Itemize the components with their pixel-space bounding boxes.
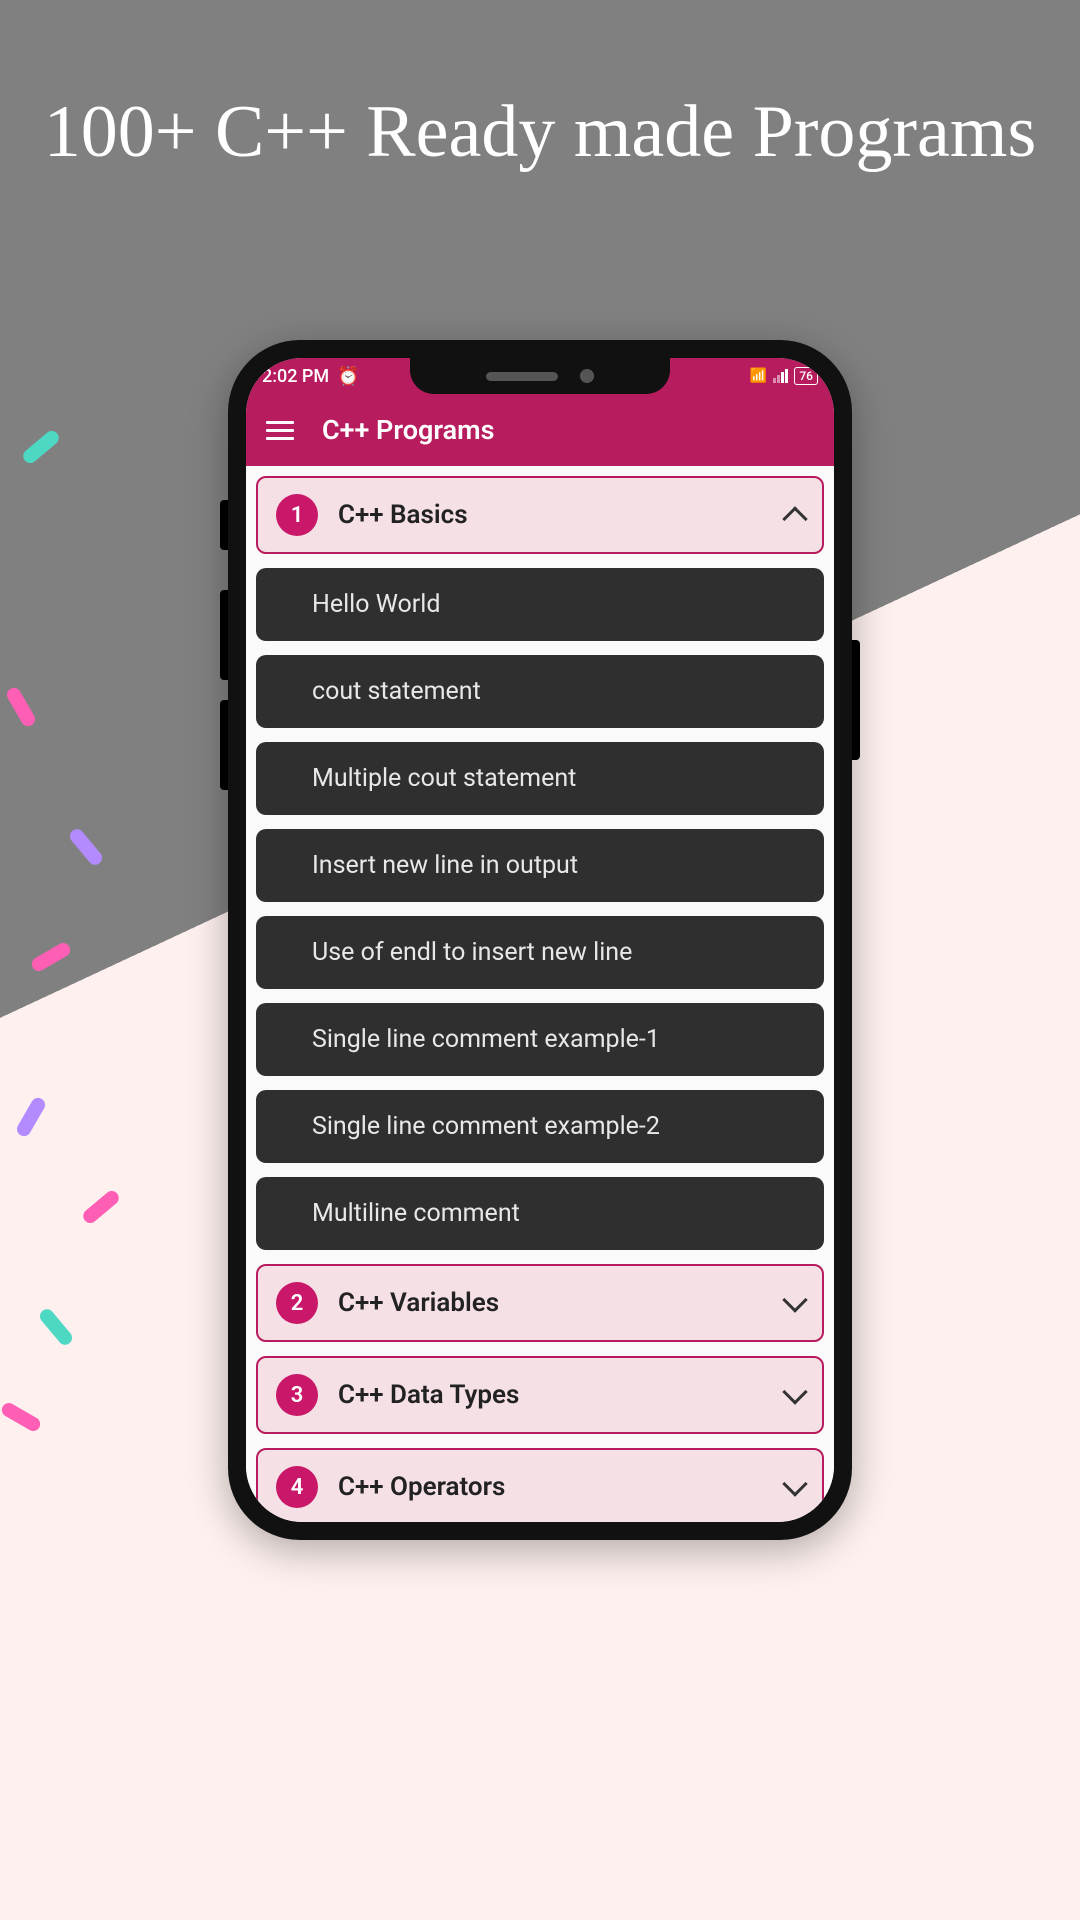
category-badge: 2 (276, 1282, 318, 1324)
confetti-piece (80, 1188, 121, 1226)
chevron-down-icon (782, 1379, 807, 1404)
category-badge: 1 (276, 494, 318, 536)
confetti-piece (14, 1095, 47, 1138)
category-badge: 3 (276, 1374, 318, 1416)
battery-indicator: 76 (794, 367, 818, 385)
chevron-up-icon (782, 506, 807, 531)
list-item[interactable]: Multiline comment (256, 1177, 824, 1250)
status-time: 2:02 PM (262, 366, 329, 387)
phone-screen: 2:02 PM ⏰ 📶 76 C++ Programs 1 C++ Basics H… (246, 358, 834, 1522)
signal-icon (773, 369, 788, 383)
alarm-icon: ⏰ (337, 366, 359, 387)
category-title: C++ Data Types (338, 1380, 786, 1410)
list-item[interactable]: Single line comment example-2 (256, 1090, 824, 1163)
list-item[interactable]: Multiple cout statement (256, 742, 824, 815)
confetti-piece (0, 1400, 43, 1433)
category-1[interactable]: 1 C++ Basics (256, 476, 824, 554)
phone-frame: 2:02 PM ⏰ 📶 76 C++ Programs 1 C++ Basics H… (228, 340, 852, 1540)
list-item[interactable]: Hello World (256, 568, 824, 641)
category-title: C++ Variables (338, 1288, 786, 1318)
app-title: C++ Programs (322, 414, 494, 446)
category-badge: 4 (276, 1466, 318, 1508)
phone-side-buttons-left (220, 500, 228, 810)
confetti-piece (29, 940, 72, 973)
phone-notch (410, 358, 670, 394)
phone-side-button-right (852, 640, 860, 760)
category-3[interactable]: 3 C++ Data Types (256, 1356, 824, 1434)
confetti-piece (20, 428, 61, 466)
list-item[interactable]: Insert new line in output (256, 829, 824, 902)
content-area[interactable]: 1 C++ Basics Hello World cout statement Mult… (246, 466, 834, 1522)
category-2[interactable]: 2 C++ Variables (256, 1264, 824, 1342)
chevron-down-icon (782, 1471, 807, 1496)
chevron-down-icon (782, 1287, 807, 1312)
confetti-piece (4, 685, 37, 728)
category-title: C++ Operators (338, 1472, 786, 1502)
promo-headline: 100+ C++ Ready made Programs (0, 90, 1080, 175)
app-bar: C++ Programs (246, 394, 834, 466)
category-4[interactable]: 4 C++ Operators (256, 1448, 824, 1522)
list-item[interactable]: cout statement (256, 655, 824, 728)
hamburger-menu-button[interactable] (266, 421, 294, 440)
category-title: C++ Basics (338, 500, 786, 530)
list-item[interactable]: Use of endl to insert new line (256, 916, 824, 989)
confetti-piece (67, 826, 105, 867)
confetti-piece (37, 1306, 75, 1347)
network-icon: 📶 (750, 368, 767, 384)
list-item[interactable]: Single line comment example-1 (256, 1003, 824, 1076)
